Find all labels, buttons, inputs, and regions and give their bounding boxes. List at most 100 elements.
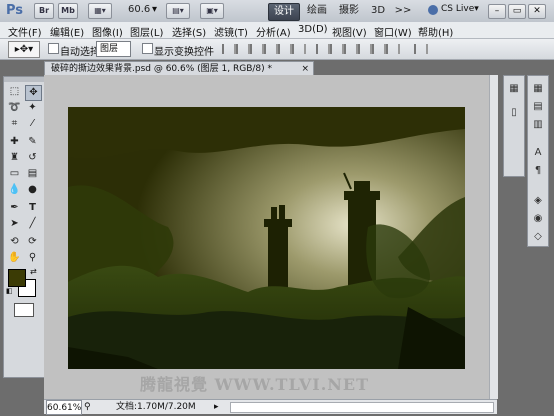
align-left-icon[interactable] [264,44,278,54]
view-extras-button[interactable]: ▦▾ [88,3,112,19]
menu-file[interactable]: 文件(F) [8,24,42,39]
history-panel-icon[interactable]: ▯ [507,106,521,120]
magic-wand-icon[interactable]: ✦ [25,101,40,115]
healing-icon[interactable]: ✚ [7,135,22,149]
align-hcenter-icon[interactable] [278,44,292,54]
distribute-bottom-icon[interactable] [344,44,358,54]
paths-panel-icon[interactable]: ◇ [531,230,545,244]
panel-dock-left: ▦ ▯ [503,75,525,177]
color-panel-icon[interactable]: ▦ [531,82,545,96]
status-bar: 60.61% ⚲ 文档:1.70M/7.20M ▸ [44,399,497,415]
launch-bridge-button[interactable]: Br [34,3,54,19]
menu-edit[interactable]: 编辑(E) [50,24,84,39]
swap-colors-icon[interactable]: ⇄ [30,267,37,276]
status-zoom-icon[interactable]: ⚲ [84,400,91,414]
menu-window[interactable]: 窗口(W) [374,24,412,39]
launch-mini-bridge-button[interactable]: Mb [58,3,78,19]
channels-panel-icon[interactable]: ◉ [531,212,545,226]
auto-select-checkbox[interactable] [48,43,59,54]
menu-filter[interactable]: 滤镜(T) [214,24,248,39]
horizontal-scrollbar[interactable] [230,402,494,413]
show-transform-checkbox[interactable] [142,43,153,54]
screen-mode-button[interactable]: ▣▾ [200,3,224,19]
tools-panel: ⬚ ✥ ➰ ✦ ⌗ ⁄ ✚ ✎ ♜ ↺ ▭ ▤ 💧 ● ✒ T ➤ ╱ ⟲ ⟳ … [3,76,45,378]
align-bottom-icon[interactable] [250,44,264,54]
menu-select[interactable]: 选择(S) [172,24,206,39]
distribute-top-icon[interactable] [316,44,330,54]
default-colors-icon[interactable]: ◧ [6,287,13,295]
styles-panel-icon[interactable]: ▥ [531,118,545,132]
crop-icon[interactable]: ⌗ [7,117,22,131]
panel-dock-right: ▦ ▤ ▥ A ¶ ◈ ◉ ◇ [527,75,549,247]
workspace-design[interactable]: 设计 [268,3,300,21]
menu-analysis[interactable]: 分析(A) [256,24,291,39]
quick-mask-icon[interactable] [14,303,34,317]
restore-button[interactable]: ▭ [508,4,526,19]
blur-icon[interactable]: 💧 [7,183,22,197]
menu-help[interactable]: 帮助(H) [418,24,453,39]
shape-icon[interactable]: ╱ [25,217,40,231]
swatches-panel-icon[interactable]: ▤ [531,100,545,114]
distribute-vcenter-icon[interactable] [330,44,344,54]
workspace-3d[interactable]: 3D [368,3,388,19]
histogram-panel-icon[interactable]: ▦ [507,82,521,96]
align-vcenter-icon[interactable] [236,44,250,54]
type-icon[interactable]: T [25,201,40,215]
paragraph-panel-icon[interactable]: ¶ [531,164,545,178]
minimize-button[interactable]: – [488,4,506,19]
document-tab-title: 破碎的撕边效果背景.psd @ 60.6% (图层 1, RGB/8) * [51,64,273,74]
close-button[interactable]: ✕ [528,4,546,19]
move-icon[interactable]: ✥ [25,85,42,101]
history-brush-icon[interactable]: ↺ [25,151,40,165]
auto-align-icon[interactable] [414,44,428,54]
auto-select-target-dropdown[interactable]: 图层 [96,41,131,57]
application-bar: Ps Br Mb ▦▾ 60.6 ▾ ▤▾ ▣▾ 设计 绘画 摄影 3D >> … [0,0,554,23]
more-workspaces-button[interactable]: >> [394,3,412,19]
tool-preset-picker[interactable]: ▸✥▾ [8,41,40,58]
watermark-text: 腾龍視覺 WWW.TLVI.NET [140,375,370,394]
cs-live-button[interactable]: CS Live▾ [441,4,479,14]
workspace-painting[interactable]: 绘画 [304,3,330,19]
document-close-icon[interactable]: × [301,62,309,76]
photoshop-logo: Ps [6,3,24,18]
zoom-icon[interactable]: ⚲ [25,251,40,265]
layers-panel-icon[interactable]: ◈ [531,194,545,208]
gradient-icon[interactable]: ▤ [25,167,40,181]
eraser-icon[interactable]: ▭ [7,167,22,181]
document-image [68,107,465,369]
3d-orbit-icon[interactable]: ⟳ [25,235,40,249]
pen-icon[interactable]: ✒ [7,201,22,215]
align-right-icon[interactable] [292,44,306,54]
tools-panel-grip[interactable] [4,77,44,82]
status-zoom-field[interactable]: 60.61% [46,400,82,415]
status-menu-arrow-icon[interactable]: ▸ [214,400,219,414]
distribute-right-icon[interactable] [386,44,400,54]
zoom-level-field[interactable]: 60.6 [128,4,150,15]
3d-rotate-icon[interactable]: ⟲ [7,235,22,249]
menu-view[interactable]: 视图(V) [332,24,367,39]
marquee-icon[interactable]: ⬚ [7,85,22,99]
stamp-icon[interactable]: ♜ [7,151,22,165]
character-panel-icon[interactable]: A [531,146,545,160]
lasso-icon[interactable]: ➰ [7,101,22,115]
hand-icon[interactable]: ✋ [7,251,22,265]
workspace-photography[interactable]: 摄影 [336,3,362,19]
arrange-documents-button[interactable]: ▤▾ [166,3,190,19]
distribute-left-icon[interactable] [358,44,372,54]
show-transform-label: 显示变换控件 [154,47,214,58]
align-top-icon[interactable] [222,44,236,54]
zoom-dropdown-icon[interactable]: ▾ [152,4,157,15]
menu-layer[interactable]: 图层(L) [130,24,163,39]
document-tab[interactable]: 破碎的撕边效果背景.psd @ 60.6% (图层 1, RGB/8) * × [44,61,314,76]
dodge-icon[interactable]: ● [25,183,40,197]
menu-3d[interactable]: 3D(D) [298,24,328,35]
menu-image[interactable]: 图像(I) [92,24,123,39]
canvas-area[interactable]: 腾龍視覺 WWW.TLVI.NET [44,75,497,399]
distribute-hcenter-icon[interactable] [372,44,386,54]
foreground-color-swatch[interactable] [8,269,26,287]
path-select-icon[interactable]: ➤ [7,217,22,231]
brush-icon[interactable]: ✎ [25,135,40,149]
vertical-scrollbar[interactable] [489,75,498,399]
cs-live-icon [428,5,438,15]
eyedropper-icon[interactable]: ⁄ [25,117,40,131]
